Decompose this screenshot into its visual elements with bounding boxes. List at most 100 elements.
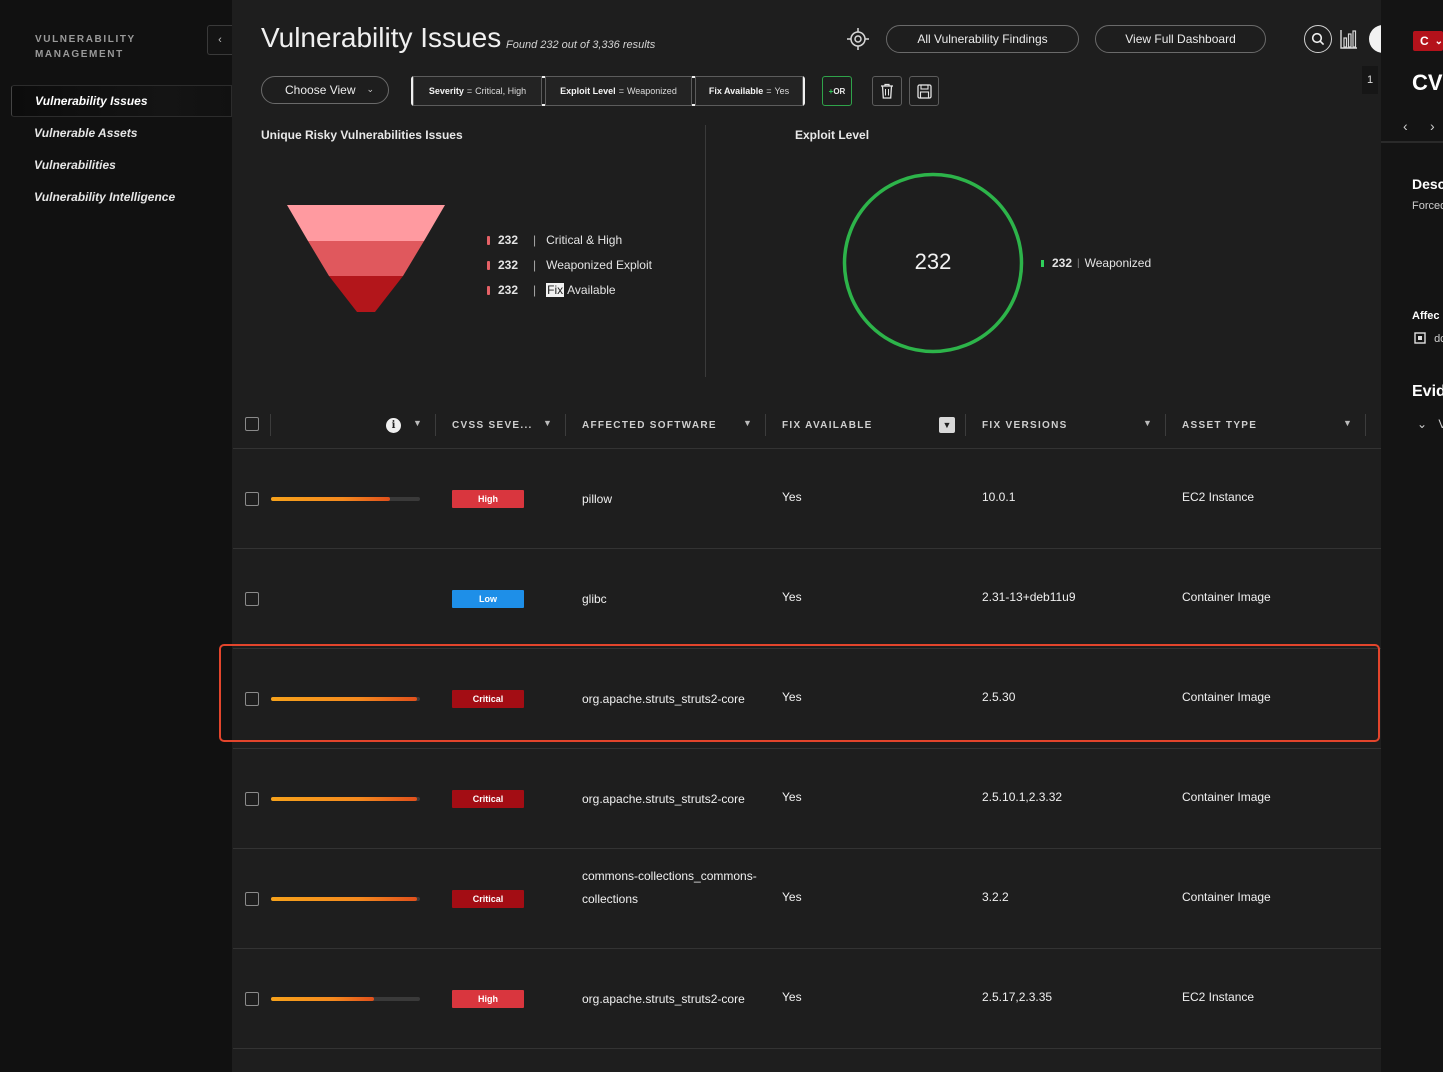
funnel-legend-weaponized: 232 | Weaponized Exploit	[487, 257, 652, 273]
fix-available-cell: Yes	[782, 590, 802, 604]
column-header-asset-type[interactable]: ASSET TYPE	[1182, 416, 1257, 434]
filter-chip-fix-available[interactable]: Fix Available = Yes	[695, 76, 803, 106]
legend-label: Weaponized Exploit	[546, 258, 652, 272]
asset-type-cell: EC2 Instance	[1182, 490, 1255, 504]
row-checkbox[interactable]	[245, 592, 259, 606]
severity-badge: Critical	[452, 790, 524, 808]
severity-badge[interactable]: C ⌄	[1413, 31, 1443, 51]
all-vulnerability-findings-button[interactable]: All Vulnerability Findings	[886, 25, 1079, 53]
funnel-segment-weaponized	[308, 241, 424, 276]
affected-software-cell: org.apache.struts_struts2-core	[582, 692, 745, 706]
filter-icon[interactable]: ▼	[743, 418, 752, 428]
fix-versions-cell: 2.5.30	[982, 690, 1016, 704]
fix-versions-cell: 3.2.2	[982, 890, 1009, 904]
row-checkbox[interactable]	[245, 892, 259, 906]
evidence-item[interactable]: ⌄ V	[1417, 417, 1443, 431]
filter-icon[interactable]: ▼	[543, 418, 552, 428]
sidebar-item-vulnerability-intelligence[interactable]: Vulnerability Intelligence	[11, 181, 232, 213]
affected-item[interactable]: dc	[1414, 332, 1443, 345]
fix-versions-cell: 2.5.10.1,2.3.32	[982, 790, 1063, 804]
add-or-filter-button[interactable]: + OR	[822, 76, 852, 106]
view-full-dashboard-button[interactable]: View Full Dashboard	[1095, 25, 1266, 53]
filter-chip-op: =	[766, 86, 772, 96]
legend-separator: |	[533, 283, 537, 297]
funnel-segment-fix-available	[329, 276, 403, 312]
table-row[interactable]: Critical org.apache.struts_struts2-core …	[233, 749, 1381, 849]
filter-chip-op: =	[466, 86, 473, 96]
table-row[interactable]: Low glibc Yes 2.31-13+deb11u9 Container …	[233, 549, 1381, 649]
legend-separator: |	[533, 233, 537, 247]
choose-view-label: Choose View	[285, 83, 356, 97]
choose-view-dropdown[interactable]: Choose View ⌄	[261, 76, 389, 104]
save-view-button[interactable]	[909, 76, 939, 106]
chevron-left-icon[interactable]: ‹	[1403, 118, 1408, 134]
chevron-down-icon: ⌄	[366, 84, 374, 94]
column-header-fix-available[interactable]: FIX AVAILABLE	[782, 416, 873, 434]
chevron-left-icon: ‹	[218, 34, 222, 46]
table-row[interactable]: Critical org.apache.struts_struts2-core …	[233, 649, 1381, 749]
result-count: Found 232 out of 3,336 results	[506, 39, 656, 51]
row-checkbox[interactable]	[245, 692, 259, 706]
exploit-total: 232	[914, 249, 952, 274]
fix-available-cell: Yes	[782, 490, 802, 504]
severity-badge: Critical	[452, 890, 524, 908]
filter-chip-field: Exploit Level	[560, 86, 616, 96]
table-row[interactable]: Critical commons-collections_commons-col…	[233, 849, 1381, 949]
chevron-right-icon[interactable]: ›	[1430, 118, 1435, 134]
search-button[interactable]	[1304, 25, 1332, 53]
description-text: Forced	[1412, 200, 1443, 212]
affected-software-cell: glibc	[582, 592, 607, 606]
filter-chip-exploit-level[interactable]: Exploit Level = Weaponized	[545, 76, 692, 106]
active-filter-icon[interactable]: ▼	[939, 417, 955, 433]
column-header-cvss-severity[interactable]: CVSS SEVE...	[452, 416, 533, 434]
info-icon[interactable]: i	[386, 418, 401, 433]
column-header-fix-versions[interactable]: FIX VERSIONS	[982, 416, 1068, 434]
asset-type-cell: Container Image	[1182, 790, 1271, 804]
filter-icon[interactable]: ▼	[1143, 418, 1152, 428]
filter-chip-field: Severity	[428, 86, 464, 96]
evidence-heading: Evid	[1412, 383, 1443, 400]
risk-score-fill	[271, 897, 418, 901]
fix-versions-cell: 10.0.1	[982, 490, 1016, 504]
filter-chip-severity[interactable]: Severity = Critical, High	[413, 76, 542, 106]
column-header-affected-software[interactable]: AFFECTED SOFTWARE	[582, 416, 717, 434]
sidebar-item-vulnerable-assets[interactable]: Vulnerable Assets	[11, 117, 232, 149]
fix-available-cell: Yes	[782, 790, 802, 804]
bar-chart-icon[interactable]	[1340, 29, 1358, 49]
exploit-panel-title: Exploit Level	[795, 128, 870, 142]
save-icon	[916, 83, 932, 99]
column-divider	[270, 414, 271, 436]
description-heading: Desc	[1412, 176, 1443, 192]
sidebar-item-vulnerabilities[interactable]: Vulnerabilities	[11, 149, 232, 181]
severity-badge: Critical	[452, 690, 524, 708]
row-checkbox[interactable]	[245, 492, 259, 506]
filter-icon[interactable]: ▼	[413, 418, 422, 428]
affected-software-cell: org.apache.struts_struts2-core	[582, 792, 745, 806]
severity-badge: Low	[452, 590, 524, 608]
legend-separator: |	[1077, 257, 1080, 269]
delete-filters-button[interactable]	[872, 76, 902, 106]
legend-count: 232	[498, 233, 519, 247]
sidebar-item-vulnerability-issues[interactable]: Vulnerability Issues	[11, 85, 232, 117]
funnel-segment-critical-high	[287, 205, 445, 241]
risk-score-bar	[271, 997, 420, 1001]
table-row[interactable]: High pillow Yes 10.0.1 EC2 Instance	[233, 449, 1381, 549]
table-row[interactable]: High org.apache.struts_struts2-core Yes …	[233, 949, 1381, 1049]
filter-chip-value: Yes	[774, 86, 790, 96]
funnel-panel-title: Unique Risky Vulnerabilities Issues	[261, 128, 463, 142]
risk-score-bar	[271, 797, 420, 801]
table-header: i ▼ CVSS SEVE... ▼ AFFECTED SOFTWARE ▼ F…	[233, 400, 1381, 449]
risk-score-fill	[271, 797, 418, 801]
detail-panel: C ⌄ CVE ‹ › Desc Forced Affec dc Evid ⌄ …	[1381, 0, 1443, 1072]
legend-count: 232	[498, 283, 519, 297]
fix-versions-cell: 2.5.17,2.3.35	[982, 990, 1053, 1004]
row-checkbox[interactable]	[245, 792, 259, 806]
sidebar-title: VULNERABILITY MANAGEMENT	[35, 34, 136, 60]
filter-icon[interactable]: ▼	[1343, 418, 1352, 428]
target-icon[interactable]	[846, 27, 870, 51]
row-checkbox[interactable]	[245, 992, 259, 1006]
legend-label: Available	[567, 283, 616, 297]
collapse-sidebar-button[interactable]: ‹	[207, 25, 232, 55]
select-all-checkbox[interactable]	[245, 417, 259, 431]
severity-badge: High	[452, 490, 524, 508]
